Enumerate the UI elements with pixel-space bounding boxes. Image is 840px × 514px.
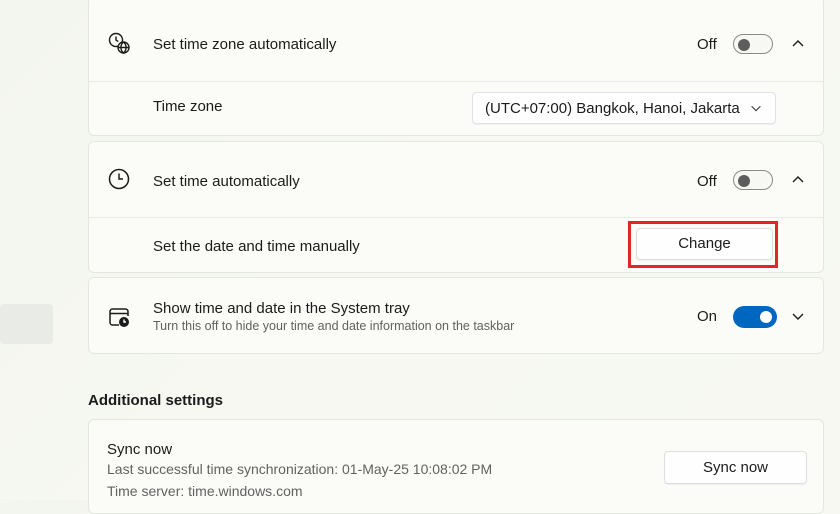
time-zone-row: Time zone (UTC+07:00) Bangkok, Hanoi, Ja… [89,82,823,137]
system-tray-state: On [697,308,718,325]
system-tray-card: Show time and date in the System tray Tu… [88,277,824,354]
clock-icon [107,167,131,191]
last-sync-text: Last successful time synchronization: 01… [107,461,493,477]
chevron-up-icon[interactable] [790,36,806,52]
set-time-zone-auto-row: Set time zone automatically Off [89,0,823,81]
set-time-auto-label: Set time automatically [153,173,300,190]
calendar-clock-icon [107,305,131,329]
sync-now-button[interactable]: Sync now [664,451,807,484]
sync-now-title: Sync now [107,441,173,458]
chevron-down-icon [749,101,763,115]
time-server-text: Time server: time.windows.com [107,483,303,499]
set-time-zone-auto-toggle[interactable] [733,34,773,54]
sidebar-selected-item[interactable] [0,304,53,344]
time-zone-dropdown[interactable]: (UTC+07:00) Bangkok, Hanoi, Jakarta [472,92,776,124]
system-tray-toggle[interactable] [733,306,777,328]
time-zone-value: (UTC+07:00) Bangkok, Hanoi, Jakarta [485,100,740,117]
set-time-auto-state: Off [697,173,717,190]
chevron-up-icon[interactable] [790,172,806,188]
set-time-auto-toggle[interactable] [733,170,773,190]
highlight-box [628,221,778,268]
additional-settings-heading: Additional settings [88,392,223,409]
set-time-manually-label: Set the date and time manually [153,238,360,255]
chevron-down-icon[interactable] [790,308,806,324]
time-zone-label: Time zone [153,98,223,115]
set-time-auto-row: Set time automatically Off [89,142,823,217]
system-tray-title: Show time and date in the System tray [153,300,410,317]
system-tray-subtitle: Turn this off to hide your time and date… [153,319,515,333]
time-zone-card: Set time zone automatically Off Time zon… [88,0,824,136]
set-time-zone-auto-state: Off [697,36,717,53]
globe-clock-icon [107,31,131,55]
set-time-zone-auto-label: Set time zone automatically [153,36,337,53]
